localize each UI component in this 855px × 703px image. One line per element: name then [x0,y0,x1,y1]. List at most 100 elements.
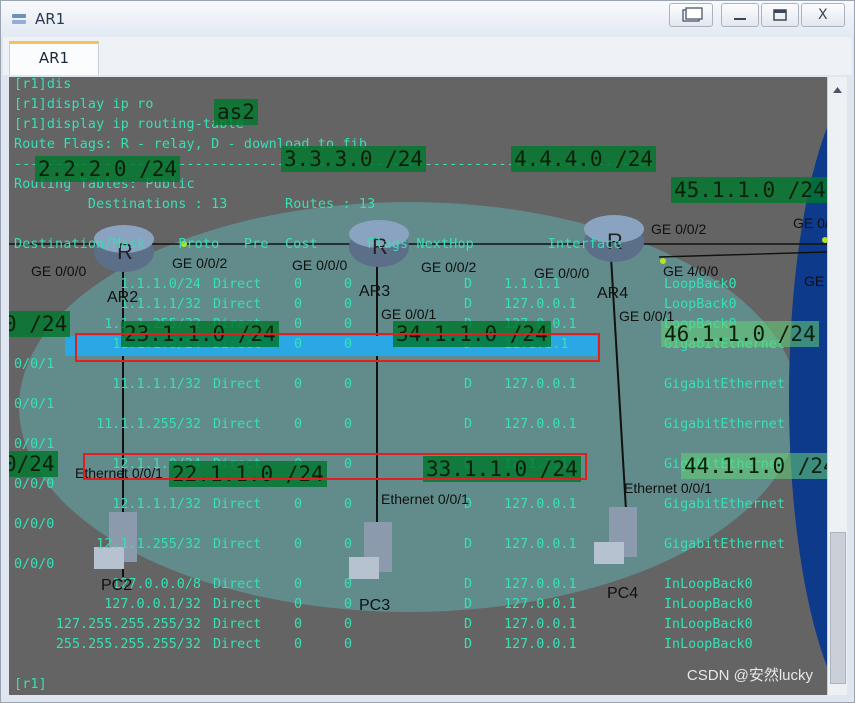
route-flags: D [464,417,473,432]
route-pre: 0 [294,637,303,652]
route-iface: LoopBack0 [664,297,737,312]
route-iface: LoopBack0 [664,277,737,292]
route-pre: 0 [294,617,303,632]
route-iface-continuation: 0/0/0 [14,517,55,532]
pc4-icon [594,507,637,564]
route-pre: 0 [294,537,303,552]
route-cost: 0 [344,297,353,312]
route-proto: Direct [213,277,262,292]
maximize-button[interactable] [761,3,799,27]
route-pre: 0 [294,277,303,292]
network-label: 3.3.3.0 /24 [281,146,427,172]
console-line: Destinations : 13 Routes : 13 [14,197,376,212]
route-nexthop: 127.0.0.1 [504,617,577,632]
topology-label: AR4 [597,285,629,302]
route-iface: GigabitEthernet [664,537,785,552]
network-label: 46.1.1.0 /24 [661,321,819,347]
route-cost: 0 [344,497,353,512]
route-dest: 12.1.1.255/32 [96,537,201,552]
route-cost: 0 [344,597,353,612]
topology-label: Ethernet 0/0/1 [624,480,712,496]
route-cost: 0 [344,537,353,552]
route-dest: 12.1.1.1/32 [112,497,201,512]
csdn-watermark: CSDN @安然lucky [686,667,813,684]
route-iface-continuation: 0/0/1 [14,357,55,372]
route-nexthop: 127.0.0.1 [504,597,577,612]
topology-label: Ethernet 0/0/1 [381,491,469,507]
topology-label: GE 0/0/0 [793,215,827,231]
route-cost: 0 [344,277,353,292]
route-proto: Direct [213,637,262,652]
minimize-icon [734,18,746,20]
route-proto: Direct [213,417,262,432]
route-cost: 0 [344,577,353,592]
route-pre: 0 [294,597,303,612]
route-iface: GigabitEthernet [664,377,785,392]
route-iface: GigabitEthernet [664,417,785,432]
topology-label: GE 0/0/0 [534,265,590,281]
topology-label: PC4 [607,585,639,602]
route-pre: 0 [294,317,303,332]
route-pre: 0 [294,577,303,592]
route-dest: 11.1.1.1/32 [112,377,201,392]
network-label: 44.1.1.0 /24 [681,453,827,479]
route-iface-continuation: 0/0/1 [14,397,55,412]
console-line: Destination/Mask Proto Pre Cost Flags Ne… [14,237,622,252]
route-flags: D [464,277,473,292]
route-iface: InLoopBack0 [664,617,753,632]
route-dest: 1.1.1.0/24 [120,277,201,292]
route-pre: 0 [294,377,303,392]
route-pre: 0 [294,297,303,312]
close-icon: X [818,7,828,23]
terminal-console[interactable]: R R R [r1]dis [r1]display ip ro [r1]displa… [9,77,827,695]
scroll-thumb[interactable] [830,532,846,684]
topology-label: GE 0/0/2 [651,221,707,237]
route-proto: Direct [213,577,262,592]
topology-label: PC2 [101,577,133,594]
console-prompt[interactable]: [r1] [14,677,47,692]
network-label: 45.1.1.0 /24 [671,177,827,203]
route-dest: 11.1.1.255/32 [96,417,201,432]
pc3-icon [349,522,392,579]
topology-label: AR2 [107,289,139,306]
tab-strip: AR1 [3,37,852,75]
route-nexthop: 127.0.0.1 [504,637,577,652]
vertical-scrollbar[interactable] [827,77,847,695]
restore-icon [682,7,703,22]
route-flags: D [464,537,473,552]
topology-label: PC3 [359,597,391,614]
route-nexthop: 127.0.0.1 [504,297,577,312]
network-label: 0 /24 [9,311,71,337]
route-dest: 127.255.255.255/32 [55,617,201,632]
route-cost: 0 [344,637,353,652]
route-proto: Direct [213,617,262,632]
close-button[interactable]: X [801,3,845,27]
route-iface: InLoopBack0 [664,597,753,612]
route-flags: D [464,617,473,632]
network-label: 2.2.2.0 /24 [35,156,181,182]
restore-button[interactable] [669,3,713,27]
red-annotation-box-2 [83,453,587,480]
router-app-icon [12,14,26,24]
route-proto: Direct [213,377,262,392]
route-nexthop: 127.0.0.1 [504,577,577,592]
network-label: 4.4.4.0 /24 [511,146,657,172]
tab-ar1[interactable]: AR1 [9,41,99,75]
route-pre: 0 [294,417,303,432]
scroll-up-arrow-icon[interactable] [828,81,847,99]
route-iface: GigabitEthernet [664,497,785,512]
network-label: as2 [214,99,258,125]
console-line: [r1]display ip ro [14,97,154,112]
route-iface-continuation: 0/0/0 [14,477,55,492]
route-flags: D [464,297,473,312]
route-iface: InLoopBack0 [664,637,753,652]
minimize-button[interactable] [721,3,759,27]
title-bar[interactable]: AR1 X [1,1,854,37]
window-title: AR1 [35,10,66,28]
route-proto: Direct [213,297,262,312]
console-line: [r1]display ip routing-table [14,117,244,132]
topology-label: AR3 [359,283,391,300]
topology-label: GE 0/0/2 [421,259,477,275]
route-cost: 0 [344,377,353,392]
route-nexthop: 127.0.0.1 [504,377,577,392]
